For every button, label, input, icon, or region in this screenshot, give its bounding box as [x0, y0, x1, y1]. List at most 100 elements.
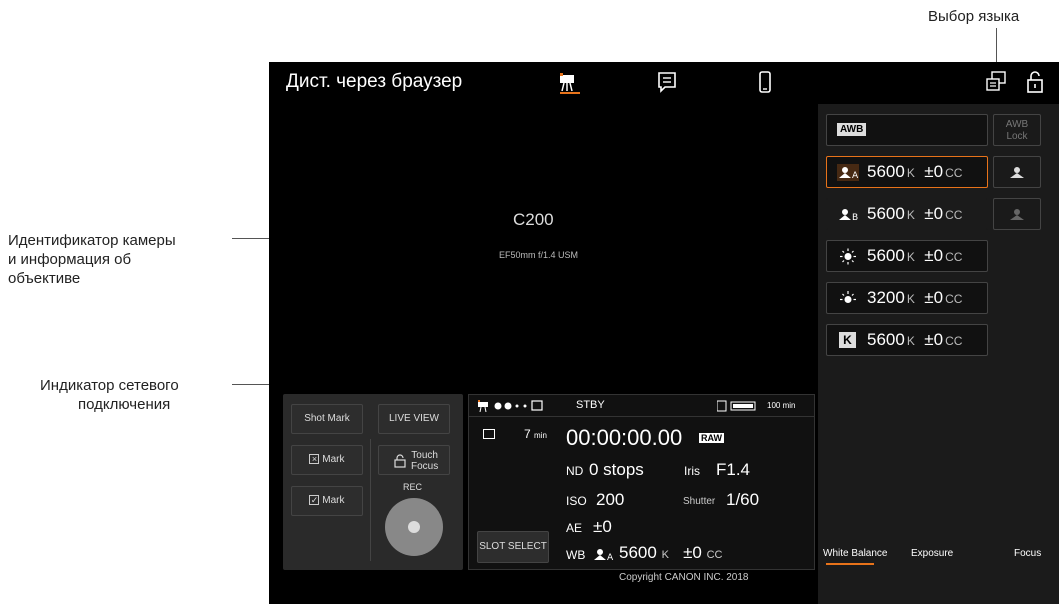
wb-a-k-unit: K: [906, 166, 915, 180]
browser-remote-screen: Дист. через браузер C200 EF50mm f/1.4 US…: [269, 62, 1059, 604]
kelvin-icon: K: [839, 332, 856, 348]
wb-status-value: 5600 K ±0 CC: [619, 543, 723, 563]
touch-focus-button[interactable]: Touch Focus: [378, 445, 450, 475]
wb-tungsten-cc-unit: CC: [945, 292, 963, 306]
wb-set-b-button[interactable]: [993, 198, 1041, 230]
wb-kelvin-cc-unit: CC: [945, 334, 963, 348]
wb-kelvin-kelvin: 5600: [867, 330, 905, 349]
rec-button[interactable]: [385, 498, 443, 556]
top-bar: Дист. через браузер: [269, 62, 1059, 102]
wb-a-value: 5600 K ±0 CC: [867, 162, 962, 182]
card-time-unit: min: [534, 431, 547, 440]
control-panel: Shot Mark LIVE VIEW × Mark Touch Focus ✓…: [283, 394, 463, 570]
tab-white-balance[interactable]: White Balance: [823, 548, 887, 559]
active-tab-indicator: [826, 563, 874, 565]
wb-daylight-cc: ±0: [924, 246, 944, 265]
shutter-value: 1/60: [726, 490, 760, 509]
ae-label: AE: [566, 521, 583, 535]
wb-kelvin-cc: ±0: [924, 330, 944, 349]
wb-b-letter: B: [852, 213, 858, 223]
tab-focus[interactable]: Focus: [1014, 548, 1041, 559]
status-panel: STBY 100 min 7 min 00:00:00.00 RAW ND 0 …: [468, 394, 815, 570]
wb-status-kelvin: 5600: [619, 543, 657, 562]
ae-value: ±0: [593, 517, 612, 536]
wb-b-kelvin: 5600: [867, 204, 905, 223]
wb-status-label: WB: [566, 548, 586, 562]
touch-focus-lock-icon: [394, 454, 406, 468]
shutter-label: Shutter: [683, 496, 716, 507]
wb-preset-kelvin[interactable]: K 5600 K ±0 CC: [826, 324, 988, 356]
awb-lock-label-2: Lock: [1006, 131, 1028, 142]
x-mark-button[interactable]: × Mark: [291, 445, 363, 475]
annotation-camera-info-2: и информация об: [8, 251, 132, 268]
manual-page: Выбор языка Идентификатор камеры и инфор…: [0, 0, 1059, 604]
awb-lock-button[interactable]: AWB Lock: [993, 114, 1041, 146]
shot-mark-button[interactable]: Shot Mark: [291, 404, 363, 434]
wb-status-cc: ±0: [683, 543, 702, 562]
wb-preset-b[interactable]: B 5600 K ±0 CC: [826, 198, 988, 230]
wb-tungsten-k-unit: K: [906, 292, 915, 306]
annotation-camera-info-1: Идентификатор камеры: [8, 232, 176, 249]
annotation-language: Выбор языка: [928, 8, 1020, 25]
touch-focus-text: Touch Focus: [411, 450, 438, 472]
wb-kelvin-value: 5600 K ±0 CC: [867, 330, 962, 350]
wb-preset-a[interactable]: A 5600 K ±0 CC: [826, 156, 988, 188]
panel-tabs: White Balance Exposure Focus: [818, 542, 1059, 572]
check-mark-button[interactable]: ✓ Mark: [291, 486, 363, 516]
wb-set-a-button[interactable]: [993, 156, 1041, 188]
wb-preset-tungsten[interactable]: 3200 K ±0 CC: [826, 282, 988, 314]
wb-tungsten-cc: ±0: [924, 288, 944, 307]
wb-status-k-unit: K: [661, 549, 669, 561]
status-topbar: STBY 100 min: [469, 395, 814, 417]
awb-label: AWB: [837, 123, 867, 136]
wb-b-cc: ±0: [924, 204, 944, 223]
wb-tungsten-kelvin: 3200: [867, 288, 905, 307]
timecode: 00:00:00.00: [566, 425, 683, 450]
battery-icon: [717, 400, 756, 412]
copyright: Copyright CANON INC. 2018: [619, 572, 749, 583]
tab-exposure[interactable]: Exposure: [911, 548, 953, 559]
awb-button[interactable]: AWB: [826, 114, 988, 146]
divider: [370, 439, 371, 561]
raw-badge: RAW: [699, 433, 724, 443]
nd-label: ND: [566, 464, 584, 478]
wb-preset-daylight[interactable]: 5600 K ±0 CC: [826, 240, 988, 272]
card-icon: [483, 429, 495, 439]
card-time: 7 min: [524, 427, 547, 441]
iso-label: ISO: [566, 494, 587, 508]
wb-daylight-k-unit: K: [906, 250, 915, 264]
camera-mode-icon: [478, 400, 488, 412]
wb-a-letter: A: [852, 171, 859, 181]
check-mark-icon: ✓: [309, 495, 320, 506]
wb-status-cc-unit: CC: [706, 549, 723, 561]
annotation-camera-info-3: объективе: [8, 270, 81, 287]
rec-label: REC: [403, 482, 423, 492]
language-select-icon[interactable]: [984, 70, 1008, 94]
lens-info: EF50mm f/1.4 USM: [499, 250, 579, 260]
smartphone-tab-icon[interactable]: [753, 70, 777, 94]
white-balance-panel: AWB AWB Lock A 5600 K ±0 CC B 5600 K ±0 …: [818, 104, 1059, 604]
wb-set-a-icon-small: [1010, 167, 1024, 178]
wb-set-b-icon-small: [1010, 209, 1024, 220]
tungsten-icon: [840, 291, 856, 303]
metadata-tab-icon[interactable]: [655, 70, 679, 94]
wb-b-cc-unit: CC: [945, 208, 963, 222]
live-view-button[interactable]: LIVE VIEW: [378, 404, 450, 434]
slot-select-button[interactable]: SLOT SELECT: [477, 531, 549, 563]
touch-focus-label-1: Touch: [411, 450, 438, 461]
lock-icon[interactable]: [1023, 70, 1047, 94]
status-mode: STBY: [576, 399, 605, 411]
nd-value: 0 stops: [589, 460, 644, 479]
wb-set-b-icon: B: [839, 209, 858, 223]
wb-daylight-kelvin: 5600: [867, 246, 905, 265]
network-indicator-icon: [494, 400, 543, 411]
check-mark-label: Mark: [322, 495, 345, 506]
rec-dot-icon: [408, 521, 420, 533]
iris-label: Iris: [684, 464, 700, 478]
wb-b-k-unit: K: [906, 208, 915, 222]
x-mark-icon: ×: [309, 454, 320, 465]
daylight-icon: [840, 248, 856, 265]
awb-lock-label-1: AWB: [1005, 119, 1029, 130]
camera-tab-icon[interactable]: [558, 70, 582, 94]
page-title: Дист. через браузер: [286, 71, 463, 92]
